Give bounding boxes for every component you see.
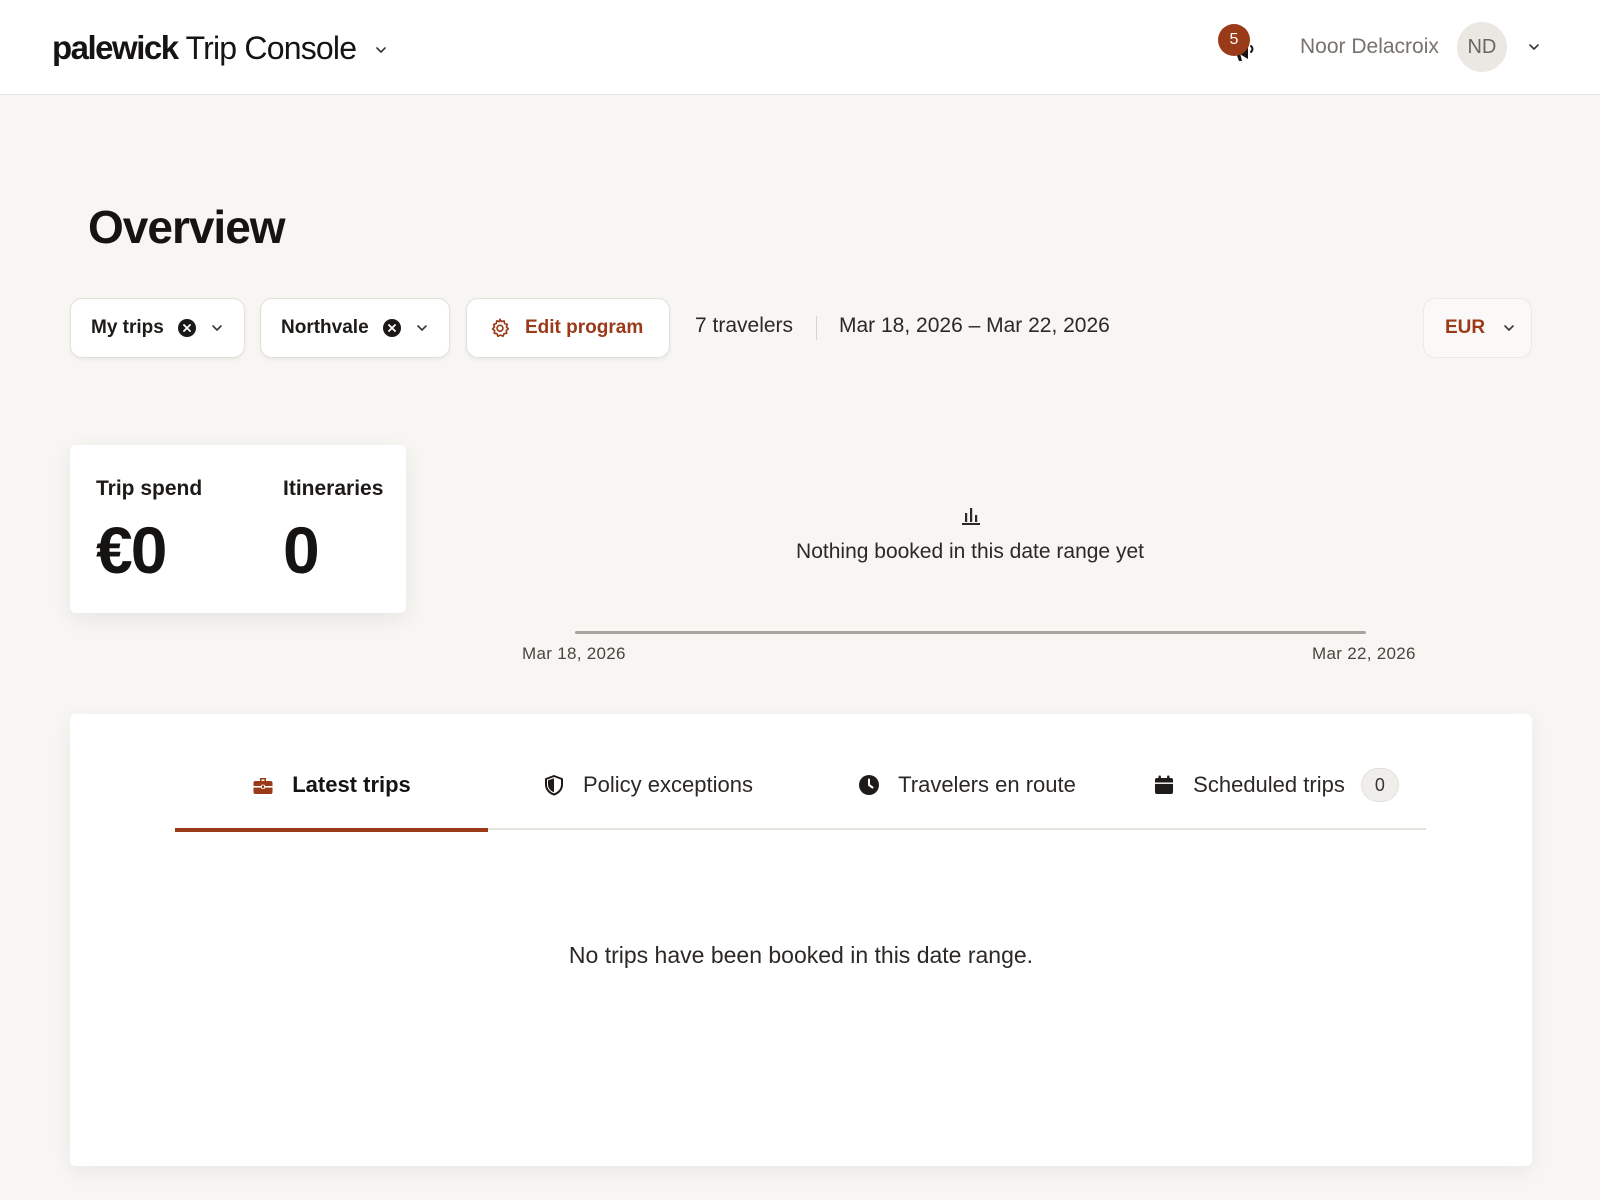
chevron-down-icon [1527,40,1541,54]
announcements-button[interactable]: 5 [1218,24,1262,68]
app-switcher[interactable]: palewick Trip Console [52,28,388,68]
chart-axis [575,631,1366,634]
trip-spend-label: Trip spend [96,477,203,500]
tab-label: Travelers en route [898,772,1076,797]
user-name: Noor Delacroix [1300,35,1439,58]
notification-badge: 5 [1218,24,1250,56]
divider [816,316,817,340]
tab-label: Scheduled trips [1193,772,1345,797]
app-name: Trip Console [185,29,357,66]
user-menu[interactable]: Noor Delacroix ND [1300,22,1541,72]
clock-icon [859,775,880,795]
briefcase-icon [253,778,273,794]
bar-chart-icon [962,508,980,525]
my-trips-filter[interactable]: My trips [70,298,245,358]
tab-policy-exceptions[interactable]: Policy exceptions [488,754,808,830]
shield-icon [545,775,563,796]
tab-scheduled-trips[interactable]: Scheduled trips 0 [1126,754,1426,830]
gear-icon [491,318,510,338]
scheduled-count-badge: 0 [1360,768,1399,802]
trip-spend-value: €0 [96,513,167,587]
tab-label: Policy exceptions [583,772,753,797]
location-filter[interactable]: Northvale [260,298,450,358]
chart-empty-message: Nothing booked in this date range yet [796,540,1144,563]
edit-program-label: Edit program [525,317,644,338]
brand-logo: palewick [52,29,179,66]
axis-tick-end: Mar 22, 2026 [1312,644,1416,663]
chevron-down-icon [415,321,429,335]
itineraries-value: 0 [283,513,320,587]
currency-value: EUR [1445,317,1486,338]
itineraries-label: Itineraries [283,477,384,500]
tab-travelers-en-route[interactable]: Travelers en route [808,754,1126,830]
top-bar: palewick Trip Console 5 Noor Delacroix N… [0,0,1600,95]
clear-filter-icon[interactable] [382,319,401,337]
travelers-count: 7 travelers [695,314,794,337]
chevron-down-icon [374,43,388,57]
my-trips-filter-label: My trips [91,317,164,338]
location-filter-label: Northvale [281,317,369,338]
summary-card: Trip spend €0 Itineraries 0 [70,445,406,613]
date-range[interactable]: Mar 18, 2026 – Mar 22, 2026 [839,314,1110,338]
clear-filter-icon[interactable] [177,319,196,337]
chevron-down-icon [1503,321,1515,335]
calendar-icon [1155,775,1174,794]
tab-latest-trips[interactable]: Latest trips [175,754,488,832]
currency-select[interactable]: EUR [1423,298,1532,358]
axis-tick-start: Mar 18, 2026 [522,644,626,663]
tab-label: Latest trips [292,772,411,797]
itineraries-stat: Itineraries 0 [283,477,383,583]
trip-spend-stat: Trip spend €0 [96,477,202,583]
empty-state-message: No trips have been booked in this date r… [568,942,1034,968]
page-title: Overview [88,201,286,253]
chevron-down-icon [210,321,224,335]
tab-bar: Latest trips Policy exceptions Travelers… [175,754,1426,832]
edit-program-button[interactable]: Edit program [466,298,670,358]
avatar: ND [1456,22,1507,72]
trips-panel: Latest trips Policy exceptions Travelers… [70,714,1532,1166]
